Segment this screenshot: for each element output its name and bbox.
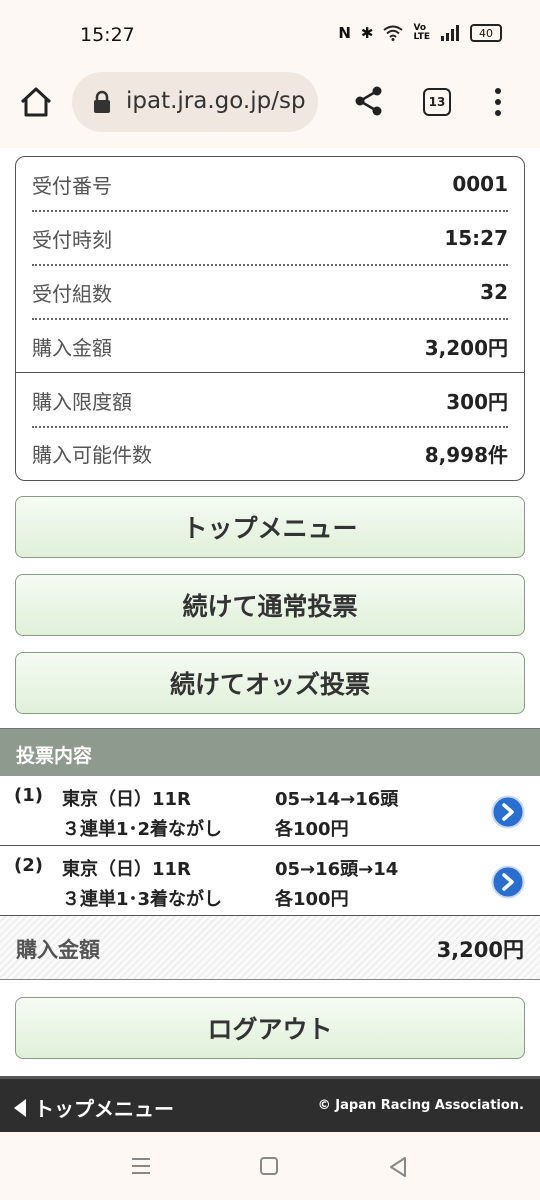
continue-normal-vote-button[interactable]: 続けて通常投票 [15, 574, 525, 636]
signal-icon [441, 25, 459, 41]
vote-bet-type: ３連単1･3着ながし [62, 889, 223, 910]
vote-item[interactable]: (2) 東京（日）11R 05→16頭→14 ３連単1･3着ながし 各100円 [0, 847, 540, 916]
total-label: 購入金額 [16, 938, 100, 962]
more-menu-icon[interactable] [486, 86, 510, 118]
browser-toolbar: ipat.jra.go.jp/sp 13 [0, 70, 540, 148]
summary-label: 受付時刻 [32, 227, 112, 252]
summary-value: 0001 [452, 172, 508, 196]
copyright: © Japan Racing Association. [317, 1098, 524, 1113]
vote-number: (1) [14, 785, 43, 806]
battery-icon: 40 [470, 24, 502, 42]
vote-amount: 各100円 [275, 889, 349, 910]
footer-top-menu-link[interactable]: トップメニュー [14, 1093, 174, 1122]
triangle-left-icon [14, 1098, 26, 1117]
home-icon[interactable] [18, 84, 54, 120]
summary-label: 受付組数 [32, 281, 112, 306]
summary-label: 受付番号 [32, 173, 112, 198]
footer-back-label: トップメニュー [34, 1097, 174, 1121]
share-icon[interactable] [352, 84, 386, 118]
continue-odds-vote-button[interactable]: 続けてオッズ投票 [15, 652, 525, 714]
summary-label: 購入可能件数 [32, 442, 152, 467]
tab-switcher-button[interactable]: 13 [423, 88, 451, 116]
summary-label: 購入金額 [32, 335, 112, 360]
divider [16, 372, 524, 373]
nav-back-icon[interactable] [388, 1156, 408, 1178]
summary-row-purchasable-count: 購入可能件数 8,998件 [32, 427, 508, 479]
vote-number: (2) [14, 855, 43, 876]
summary-value: 8,998件 [424, 442, 508, 467]
receipt-summary: 受付番号 0001 受付時刻 15:27 受付組数 32 購入金額 3,200円… [15, 156, 525, 481]
summary-value: 15:27 [444, 226, 508, 250]
top-menu-button[interactable]: トップメニュー [15, 496, 525, 558]
summary-value: 300円 [446, 389, 508, 414]
status-bar: 15:27 N ✱ Vo LTE 40 [0, 0, 540, 70]
footer-bar: トップメニュー © Japan Racing Association. [0, 1076, 540, 1132]
nav-home-icon[interactable] [260, 1157, 278, 1175]
status-time: 15:27 [80, 24, 135, 46]
bluetooth-icon: ✱ [360, 24, 374, 42]
url-text: ipat.jra.go.jp/sp [126, 88, 306, 114]
vote-bet-type: ３連単1･2着ながし [62, 819, 223, 840]
summary-value: 32 [480, 280, 508, 304]
summary-row-receipt-number: 受付番号 0001 [32, 158, 508, 210]
volte-icon: Vo LTE [413, 23, 430, 42]
vote-amount: 各100円 [275, 819, 349, 840]
vote-combination: 05→16頭→14 [275, 859, 399, 880]
total-purchase-amount: 購入金額 3,200円 [0, 916, 540, 980]
vote-item[interactable]: (1) 東京（日）11R 05→14→16頭 ３連単1･2着ながし 各100円 [0, 777, 540, 846]
recents-icon[interactable] [130, 1156, 152, 1176]
vote-combination: 05→14→16頭 [275, 789, 399, 810]
total-value: 3,200円 [436, 938, 524, 962]
logout-button[interactable]: ログアウト [15, 997, 525, 1059]
chevron-right-icon[interactable] [491, 795, 525, 829]
vote-content-header: 投票内容 [0, 728, 540, 776]
wifi-icon [383, 25, 404, 41]
summary-row-receipt-count: 受付組数 32 [32, 266, 508, 318]
nfc-icon: N [338, 24, 351, 42]
system-nav-bar [0, 1132, 540, 1200]
summary-label: 購入限度額 [32, 389, 132, 414]
summary-value: 3,200円 [424, 335, 508, 360]
lock-icon [94, 90, 110, 113]
summary-row-purchase-amount: 購入金額 3,200円 [32, 320, 508, 372]
chevron-right-icon[interactable] [491, 865, 525, 899]
summary-row-receipt-time: 受付時刻 15:27 [32, 212, 508, 264]
vote-race: 東京（日）11R [62, 859, 191, 880]
status-icons: N ✱ Vo LTE 40 [338, 24, 502, 42]
summary-row-purchase-limit: 購入限度額 300円 [32, 374, 508, 426]
vote-race: 東京（日）11R [62, 789, 191, 810]
address-bar[interactable]: ipat.jra.go.jp/sp [72, 72, 318, 132]
